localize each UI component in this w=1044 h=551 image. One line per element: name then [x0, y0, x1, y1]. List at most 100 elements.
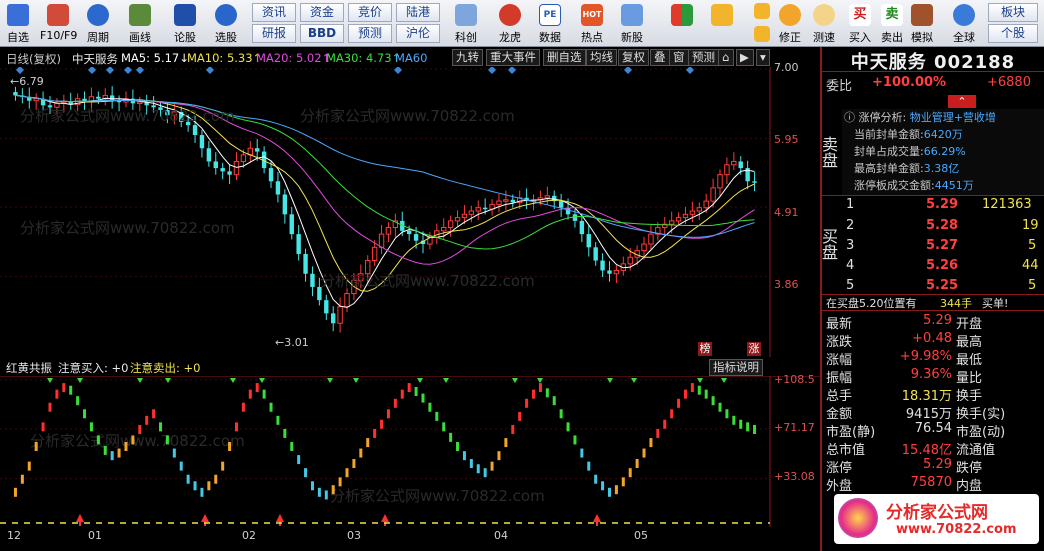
- chart-header: 日线(复权) 中天服务 MA5: 5.17↓ MA10: 5.33↑ MA20:…: [0, 48, 820, 67]
- candle-body: [385, 227, 392, 235]
- single-stock-button[interactable]: 个股: [988, 24, 1038, 43]
- kechuang-button[interactable]: 科创: [448, 2, 484, 45]
- data-button[interactable]: PE 数据: [532, 2, 568, 45]
- candle-body: [158, 107, 163, 110]
- indicator-bar: [131, 435, 135, 445]
- candle-body: [185, 121, 191, 126]
- candle-body: [310, 273, 315, 287]
- low-marker: ←3.01: [275, 336, 309, 349]
- indicator-bar: [587, 461, 591, 471]
- nav-shanghai-london[interactable]: 沪伦: [396, 24, 440, 43]
- ma20-label: MA20: 5.02↑: [256, 51, 332, 65]
- period-button[interactable]: 周期: [80, 2, 116, 45]
- candle-body: [171, 111, 178, 116]
- ma-line-button[interactable]: 均线: [586, 49, 617, 66]
- discuss-button[interactable]: 论股: [167, 2, 203, 45]
- layout-button[interactable]: [664, 2, 700, 45]
- global-button[interactable]: 全球: [946, 2, 982, 45]
- chevron-down-icon[interactable]: ▾: [756, 49, 770, 66]
- stock-pick-button[interactable]: 选股: [208, 2, 244, 45]
- speed-test-button[interactable]: 测速: [806, 2, 842, 45]
- draw-line-button[interactable]: 画线: [122, 2, 158, 45]
- candle-body: [482, 207, 488, 210]
- hotspot-button[interactable]: HOT 热点: [574, 2, 610, 45]
- nine-turn-button[interactable]: 九转: [452, 49, 483, 66]
- buy-button[interactable]: 买 买入: [842, 2, 878, 45]
- f10-button[interactable]: F10/F9: [40, 2, 77, 45]
- candle-body: [344, 293, 350, 308]
- restore-rights-button[interactable]: 复权: [618, 49, 649, 66]
- indicator-bar: [594, 474, 598, 484]
- indicator-chart[interactable]: [0, 376, 820, 527]
- divider: [822, 71, 1044, 72]
- indicator-bar: [193, 481, 197, 491]
- nav-bbd[interactable]: BBD: [300, 24, 344, 43]
- arrow-right-icon[interactable]: ▶: [736, 49, 754, 66]
- nav-news[interactable]: 资讯: [252, 3, 296, 22]
- candle-body: [330, 313, 336, 324]
- indicator-grid: [0, 379, 770, 480]
- candle-body: [406, 230, 412, 235]
- price-tick-2: 5.95: [774, 133, 799, 146]
- sell-triangle: [77, 378, 83, 383]
- simulate-button[interactable]: 模拟: [904, 2, 940, 45]
- delete-favorite-button[interactable]: 删自选: [543, 49, 586, 66]
- window-button[interactable]: 窗: [669, 49, 689, 66]
- buy-arrow: [76, 514, 84, 522]
- new-stock-icon: [621, 4, 643, 26]
- bid-row-2[interactable]: 2 5.28 19: [822, 218, 1044, 235]
- indicator-bar: [635, 459, 639, 469]
- candle-body: [607, 270, 612, 274]
- candle-body: [447, 220, 454, 229]
- sell-triangle: [697, 378, 703, 383]
- back-button[interactable]: [704, 2, 740, 45]
- bid-row-5[interactable]: 5 5.25 5: [822, 278, 1044, 295]
- price-chart[interactable]: [0, 67, 820, 357]
- ma60-label: MA60: [395, 51, 428, 65]
- nav-hk-connect[interactable]: 陆港: [396, 3, 440, 22]
- buy-signal-label: 注意买入: +0: [58, 361, 129, 375]
- candle-body: [627, 256, 633, 265]
- nav-research[interactable]: 研报: [252, 24, 296, 43]
- lock-icon[interactable]: ⌂: [718, 49, 734, 66]
- candle-body: [682, 213, 689, 219]
- plate-button[interactable]: 板块: [988, 3, 1038, 22]
- indicator-bar: [504, 438, 508, 448]
- quote-label-right: 换手: [956, 389, 983, 404]
- bid-row-4[interactable]: 4 5.26 44: [822, 258, 1044, 275]
- self-select-button[interactable]: 自选: [0, 2, 36, 45]
- indicator-bar: [697, 385, 701, 395]
- correct-button[interactable]: 修正: [772, 2, 808, 45]
- dragon-tiger-button[interactable]: 龙虎: [492, 2, 528, 45]
- sell-triangle: [353, 378, 359, 383]
- major-event-button[interactable]: 重大事件: [486, 49, 540, 66]
- buy-arrow: [276, 514, 284, 522]
- indicator-bar: [400, 389, 404, 399]
- quote-label-right: 最高: [956, 335, 983, 350]
- sell-triangle: [607, 378, 613, 383]
- limit-info-row-1: 当前封单金额:6420万: [854, 128, 963, 141]
- forecast-button[interactable]: 预测: [688, 49, 719, 66]
- new-stock-button[interactable]: 新股: [614, 2, 650, 45]
- candle-body: [731, 160, 737, 166]
- overlay-button[interactable]: 叠: [650, 49, 670, 66]
- nav-funds[interactable]: 资金: [300, 3, 344, 22]
- f10-icon: [47, 4, 69, 26]
- rank-tag[interactable]: 榜: [698, 342, 712, 356]
- indicator-bar: [607, 487, 611, 497]
- indicator-title[interactable]: 红黄共振: [6, 360, 52, 376]
- indicator-tick-2: +71.17: [774, 421, 815, 434]
- candle-body: [441, 227, 447, 232]
- nav-auction[interactable]: 竞价: [348, 3, 392, 22]
- bid-row-1[interactable]: 1 5.29 121363: [822, 197, 1044, 214]
- limit-up-tag[interactable]: 涨: [747, 342, 761, 356]
- indicator-explain-button[interactable]: 指标说明: [709, 359, 763, 376]
- hammer-icon: [911, 4, 933, 26]
- bid-row-3[interactable]: 3 5.27 5: [822, 238, 1044, 255]
- collapse-icon[interactable]: ⌃: [948, 95, 976, 108]
- candle-body: [668, 220, 675, 225]
- nav-forecast[interactable]: 预测: [348, 24, 392, 43]
- chart-type-label[interactable]: 日线(复权): [6, 51, 61, 67]
- globe-icon: [953, 4, 975, 26]
- indicator-bar: [469, 459, 473, 469]
